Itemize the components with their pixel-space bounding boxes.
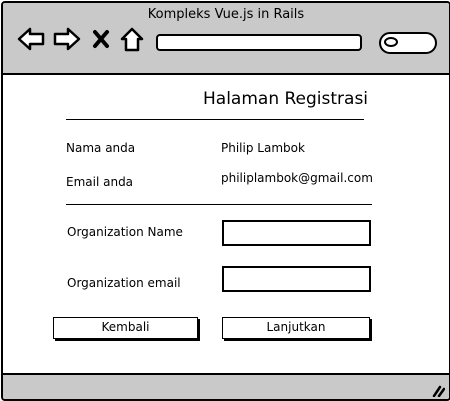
- search-field[interactable]: [379, 32, 437, 54]
- org-email-label: Organization email: [67, 276, 181, 290]
- close-x-icon: [93, 30, 109, 48]
- status-bar: [3, 373, 449, 399]
- stop-button[interactable]: [91, 25, 111, 53]
- email-value: philiplambok@gmail.com: [221, 171, 373, 185]
- forward-button[interactable]: [53, 25, 81, 53]
- org-email-input[interactable]: [222, 266, 371, 292]
- back-arrow-icon: [17, 27, 45, 51]
- title-divider: [66, 119, 364, 120]
- resize-handle-icon[interactable]: [431, 385, 445, 397]
- home-button[interactable]: [119, 25, 145, 53]
- email-label: Email anda: [66, 175, 134, 189]
- back-button[interactable]: [17, 25, 45, 53]
- name-label: Nama anda: [66, 141, 136, 155]
- page-title: Halaman Registrasi: [203, 89, 369, 109]
- back-submit-button[interactable]: Kembali: [53, 317, 198, 339]
- browser-toolbar: Kompleks Vue.js in Rails: [3, 3, 449, 75]
- forward-arrow-icon: [53, 27, 81, 51]
- browser-window: Kompleks Vue.js in Rails Halaman Registr…: [1, 1, 450, 401]
- next-button[interactable]: Lanjutkan: [222, 317, 370, 339]
- window-title: Kompleks Vue.js in Rails: [147, 7, 305, 22]
- org-name-label: Organization Name: [67, 225, 183, 239]
- search-icon: [384, 37, 398, 47]
- org-name-input[interactable]: [222, 220, 371, 246]
- name-value: Philip Lambok: [221, 141, 305, 155]
- section-divider: [66, 204, 372, 205]
- address-bar[interactable]: [156, 34, 362, 51]
- home-icon: [120, 27, 144, 52]
